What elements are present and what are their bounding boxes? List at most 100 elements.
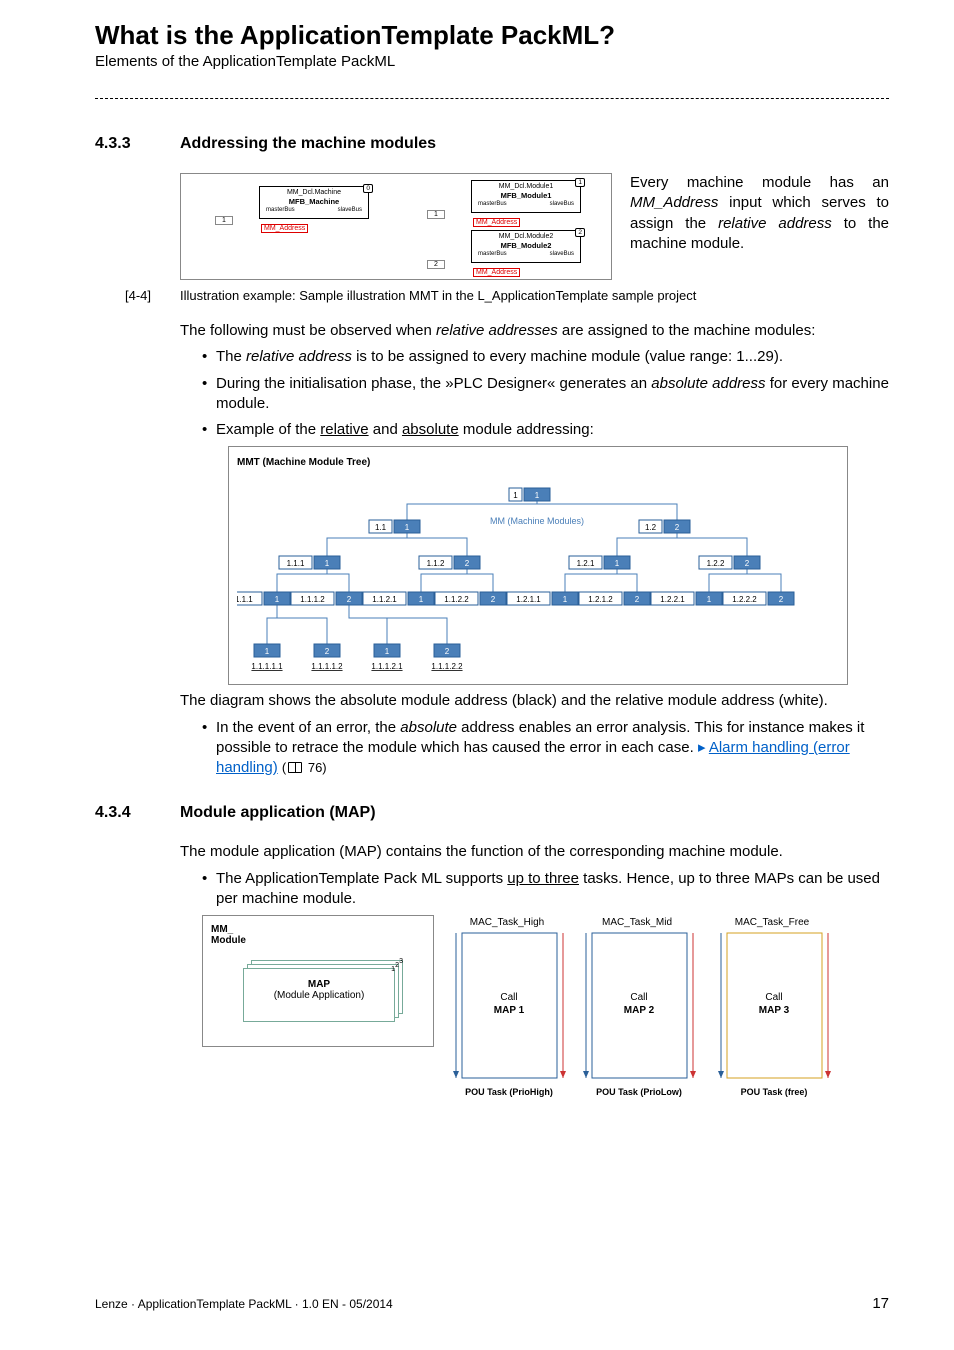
list-item: In the event of an error, the absolute a… <box>202 718 889 779</box>
svg-text:2: 2 <box>325 647 330 656</box>
svg-text:1.2.2.1: 1.2.2.1 <box>660 595 685 604</box>
svg-text:MAC_Task_Mid: MAC_Task_Mid <box>602 917 672 928</box>
svg-text:1.1.1.2.2: 1.1.1.2.2 <box>431 662 463 671</box>
footer-text: Lenze · ApplicationTemplate PackML · 1.0… <box>95 1297 393 1311</box>
fb-io: slaveBus <box>550 251 574 258</box>
svg-text:MM (Machine Modules): MM (Machine Modules) <box>490 516 584 526</box>
svg-text:POU Task (free): POU Task (free) <box>741 1087 808 1097</box>
svg-text:Call: Call <box>630 992 647 1003</box>
fb-io: slaveBus <box>550 201 574 208</box>
tree-title: MMT (Machine Module Tree) <box>237 457 839 468</box>
svg-text:1: 1 <box>615 559 620 568</box>
svg-text:1.1.1.2: 1.1.1.2 <box>300 595 325 604</box>
svg-text:MAP 2: MAP 2 <box>624 1005 655 1016</box>
svg-text:1.2.2: 1.2.2 <box>707 559 725 568</box>
page-reference: ( 76) <box>282 760 327 775</box>
svg-text:1: 1 <box>535 491 540 500</box>
page-number: 17 <box>872 1295 889 1312</box>
fb-highlight: MM_Address <box>473 268 520 277</box>
fb-label: MFB_Module1 <box>476 191 576 200</box>
svg-text:1: 1 <box>275 595 280 604</box>
fb-index: 1 <box>215 216 233 225</box>
svg-text:2: 2 <box>347 595 352 604</box>
svg-text:1: 1 <box>385 647 390 656</box>
svg-text:1: 1 <box>419 595 424 604</box>
chapter-subtitle: Elements of the ApplicationTemplate Pack… <box>95 53 889 70</box>
fb-label: MFB_Machine <box>264 197 364 206</box>
figure-map-right: MAC_Task_High MAC_Task_Mid MAC_Task_Free… <box>452 915 852 1109</box>
fb-io: masterBus <box>266 207 295 214</box>
svg-text:2: 2 <box>465 559 470 568</box>
list-item: The relative address is to be assigned t… <box>202 347 889 367</box>
fb-io: masterBus <box>478 201 507 208</box>
fb-highlight: MM_Address <box>261 224 308 233</box>
svg-text:Call: Call <box>765 992 782 1003</box>
svg-text:1: 1 <box>265 647 270 656</box>
svg-text:1.1.2.2: 1.1.2.2 <box>444 595 469 604</box>
svg-text:1: 1 <box>325 559 330 568</box>
list-item: The ApplicationTemplate Pack ML supports… <box>202 869 889 910</box>
svg-text:2: 2 <box>445 647 450 656</box>
figure-tree: MMT (Machine Module Tree) MM (Machine Mo… <box>228 446 848 685</box>
section-title: Addressing the machine modules <box>180 135 436 153</box>
svg-text:1: 1 <box>707 595 712 604</box>
fb-index: 1 <box>427 210 445 219</box>
figure-caption: [4-4] Illustration example: Sample illus… <box>95 288 889 303</box>
svg-text:1.1.2: 1.1.2 <box>427 559 445 568</box>
fb-label: MFB_Module2 <box>476 241 576 250</box>
svg-text:1.2.1: 1.2.1 <box>577 559 595 568</box>
fb-pin: 1 <box>575 178 585 187</box>
svg-text:1.1.1: 1.1.1 <box>287 559 305 568</box>
link-arrow-icon: ▸ <box>698 739 709 756</box>
svg-text:1.1.1.2.1: 1.1.1.2.1 <box>371 662 403 671</box>
fb-label: MM_Dcl.Module1 <box>476 183 576 191</box>
fb-io: slaveBus <box>338 207 362 214</box>
chapter-title: What is the ApplicationTemplate PackML? <box>95 20 889 51</box>
svg-text:1.1.1.1.1: 1.1.1.1.1 <box>251 662 283 671</box>
svg-text:MAP 3: MAP 3 <box>759 1005 790 1016</box>
svg-text:1.1.2.1: 1.1.2.1 <box>372 595 397 604</box>
svg-text:2: 2 <box>675 523 680 532</box>
svg-text:POU Task (PrioHigh): POU Task (PrioHigh) <box>465 1087 553 1097</box>
list-item: Example of the relative and absolute mod… <box>202 420 889 440</box>
svg-text:1.1.1.1: 1.1.1.1 <box>237 595 253 604</box>
fb-highlight: MM_Address <box>473 218 520 227</box>
svg-text:1.2.1.1: 1.2.1.1 <box>516 595 541 604</box>
section-number: 4.3.3 <box>95 135 180 153</box>
svg-text:2: 2 <box>779 595 784 604</box>
svg-text:2: 2 <box>745 559 750 568</box>
svg-text:1: 1 <box>513 491 518 500</box>
svg-text:1.2.1.2: 1.2.1.2 <box>588 595 613 604</box>
svg-text:1: 1 <box>563 595 568 604</box>
svg-text:1.1.1.1.2: 1.1.1.1.2 <box>311 662 343 671</box>
fb-label: MM_Dcl.Machine <box>264 189 364 197</box>
svg-text:1.1: 1.1 <box>375 523 387 532</box>
svg-text:1.2.2.2: 1.2.2.2 <box>732 595 757 604</box>
map-sublabel: (Module Application) <box>244 990 394 1001</box>
fb-io: masterBus <box>478 251 507 258</box>
svg-text:MAC_Task_High: MAC_Task_High <box>470 917 544 928</box>
map-label: MAP <box>244 979 394 990</box>
section-title: Module application (MAP) <box>180 804 376 822</box>
svg-text:2: 2 <box>491 595 496 604</box>
fb-index: 2 <box>427 260 445 269</box>
fb-label: MM_Dcl.Module2 <box>476 233 576 241</box>
mm-label: MM_ Module <box>211 924 246 946</box>
svg-text:POU Task (PrioLow): POU Task (PrioLow) <box>596 1087 682 1097</box>
figure-aside: Every machine module has an MM_Address i… <box>630 173 889 254</box>
separator-rule <box>95 98 889 99</box>
figure-map-left: MM_ Module MAP (Module Application) 3 2 … <box>202 915 434 1047</box>
body-text: The diagram shows the absolute module ad… <box>180 691 889 711</box>
svg-text:1: 1 <box>405 523 410 532</box>
fb-pin: 0 <box>363 184 373 193</box>
section-number: 4.3.4 <box>95 804 180 822</box>
book-icon <box>288 762 302 773</box>
figure-addressing: MM_Dcl.Machine MFB_Machine masterBus sla… <box>180 173 612 280</box>
body-text: The module application (MAP) contains th… <box>180 842 889 862</box>
list-item: During the initialisation phase, the »PL… <box>202 374 889 415</box>
svg-text:2: 2 <box>635 595 640 604</box>
svg-text:MAP 1: MAP 1 <box>494 1005 525 1016</box>
svg-text:1.2: 1.2 <box>645 523 657 532</box>
svg-text:MAC_Task_Free: MAC_Task_Free <box>735 917 810 928</box>
svg-text:Call: Call <box>500 992 517 1003</box>
